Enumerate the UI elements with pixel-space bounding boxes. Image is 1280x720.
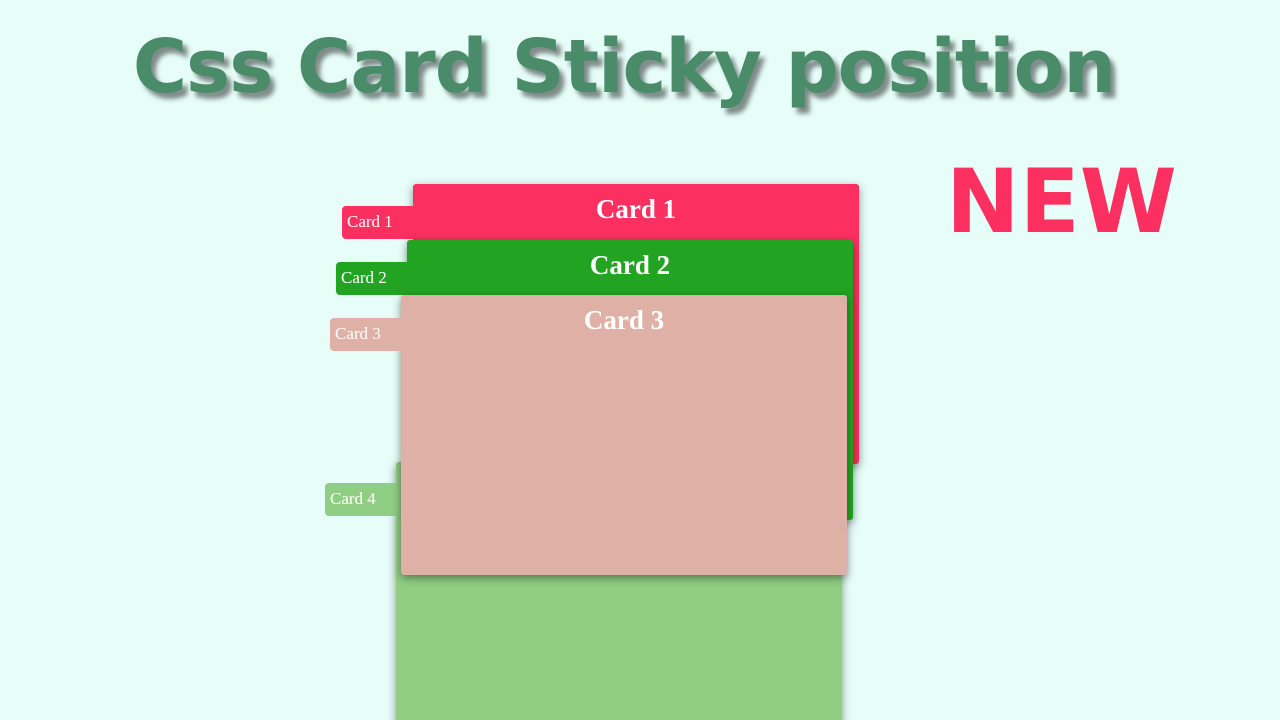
- page-title: Css Card Sticky position: [132, 24, 1116, 110]
- card-1-tab[interactable]: Card 1: [342, 206, 418, 239]
- new-badge: NEW: [946, 150, 1177, 253]
- card-3-title: Card 3: [583, 305, 665, 335]
- card-3[interactable]: Card 3: [401, 295, 847, 575]
- card-2-title: Card 2: [589, 250, 671, 280]
- card-4-tab[interactable]: Card 4: [325, 483, 401, 516]
- card-1-title: Card 1: [595, 194, 677, 224]
- card-2-tab[interactable]: Card 2: [336, 262, 412, 295]
- page-canvas: Css Card Sticky position NEW Card 4 Card…: [0, 0, 1280, 720]
- card-3-tab[interactable]: Card 3: [330, 318, 406, 351]
